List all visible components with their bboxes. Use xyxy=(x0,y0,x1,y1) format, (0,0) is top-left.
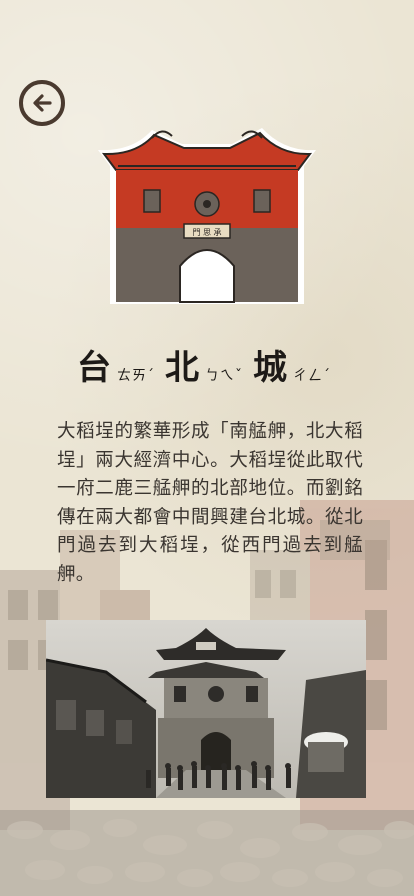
title-ruby: ㄔㄥˊ xyxy=(293,368,331,384)
historic-photo-image xyxy=(46,620,366,798)
title-char: 台 xyxy=(77,348,111,388)
title-char: 北 xyxy=(165,348,199,388)
description-text: 大稻埕的繁華形成「南艋舺，北大稻埕」兩大經濟中心。大稻埕從此取代一府二鹿三艋舺的… xyxy=(57,421,363,585)
north-gate-icon: 門 思 承 xyxy=(98,128,316,304)
historic-photo xyxy=(46,620,366,798)
back-button[interactable] xyxy=(19,80,65,126)
page-title: 台 ㄊㄞˊ 北 ㄅㄟˇ 城 ㄔㄥˊ xyxy=(0,338,414,388)
gate-plaque-text: 門 思 承 xyxy=(192,228,221,237)
title-char: 城 xyxy=(253,348,287,388)
arrow-left-icon xyxy=(33,94,52,112)
title-ruby: ㄊㄞˊ xyxy=(117,368,155,384)
title-ruby: ㄅㄟˇ xyxy=(205,368,243,384)
